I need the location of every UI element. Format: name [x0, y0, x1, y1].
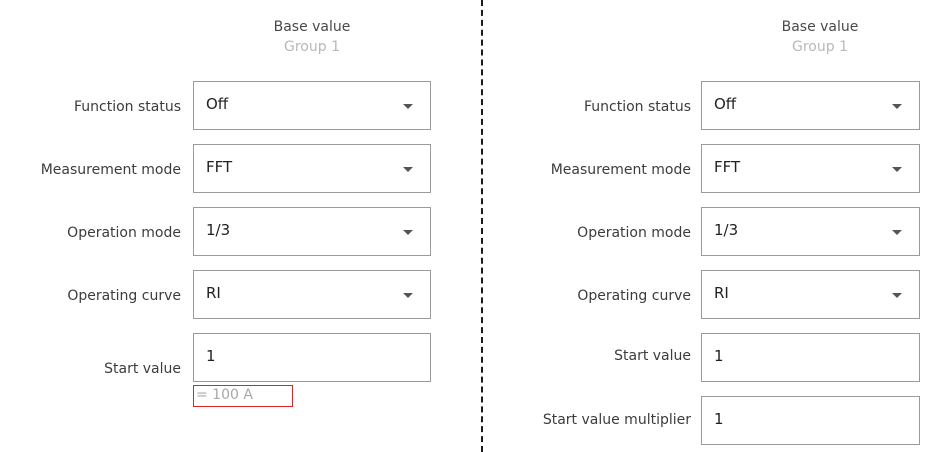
operation-mode-label: Operation mode [577, 225, 691, 241]
operation-mode-value: 1/3 [714, 221, 739, 239]
start-value-hint: = 100 A [193, 385, 293, 407]
measurement-mode-value: FFT [714, 158, 741, 176]
operating-curve-label: Operating curve [577, 288, 691, 304]
chevron-down-icon [403, 167, 413, 172]
operating-curve-label: Operating curve [67, 288, 181, 304]
chevron-down-icon [892, 167, 902, 172]
measurement-mode-label: Measurement mode [40, 162, 181, 178]
start-value-multiplier-input[interactable]: 1 [701, 396, 920, 445]
chevron-down-icon [403, 230, 413, 235]
function-status-value: Off [714, 95, 737, 113]
chevron-down-icon [892, 293, 902, 298]
start-value-text: 1 [206, 347, 216, 365]
measurement-mode-value: FFT [206, 158, 233, 176]
operation-mode-label: Operation mode [67, 225, 181, 241]
start-value-text: 1 [714, 347, 724, 365]
start-value-input[interactable]: 1 [701, 333, 920, 382]
operating-curve-value: RI [206, 284, 221, 302]
operating-curve-dropdown[interactable]: RI [193, 270, 431, 319]
start-value-multiplier-text: 1 [714, 410, 724, 428]
right-settings-panel: Base value Group 1 Function status Off M… [482, 0, 941, 452]
function-status-label: Function status [583, 99, 691, 115]
measurement-mode-dropdown[interactable]: FFT [193, 144, 431, 193]
operation-mode-value: 1/3 [206, 221, 231, 239]
function-status-label: Function status [73, 99, 181, 115]
left-settings-panel: Base value Group 1 Function status Off M… [0, 0, 470, 452]
start-value-multiplier-label: Start value multiplier [542, 412, 691, 428]
chevron-down-icon [403, 104, 413, 109]
measurement-mode-label: Measurement mode [550, 162, 691, 178]
group-label: Group 1 [792, 39, 848, 55]
operation-mode-dropdown[interactable]: 1/3 [701, 207, 920, 256]
chevron-down-icon [892, 104, 902, 109]
function-status-dropdown[interactable]: Off [701, 81, 920, 130]
measurement-mode-dropdown[interactable]: FFT [701, 144, 920, 193]
right-column-header: Base value Group 1 [720, 17, 920, 57]
chevron-down-icon [892, 230, 902, 235]
start-value-label: Start value [104, 361, 181, 377]
operating-curve-dropdown[interactable]: RI [701, 270, 920, 319]
start-value-input[interactable]: 1 [193, 333, 431, 382]
base-value-title: Base value [273, 19, 351, 35]
chevron-down-icon [403, 293, 413, 298]
operating-curve-value: RI [714, 284, 729, 302]
function-status-value: Off [206, 95, 229, 113]
left-column-header: Base value Group 1 [212, 17, 412, 57]
start-value-label: Start value [614, 348, 691, 364]
base-value-title: Base value [781, 19, 859, 35]
function-status-dropdown[interactable]: Off [193, 81, 431, 130]
operation-mode-dropdown[interactable]: 1/3 [193, 207, 431, 256]
group-label: Group 1 [284, 39, 340, 55]
